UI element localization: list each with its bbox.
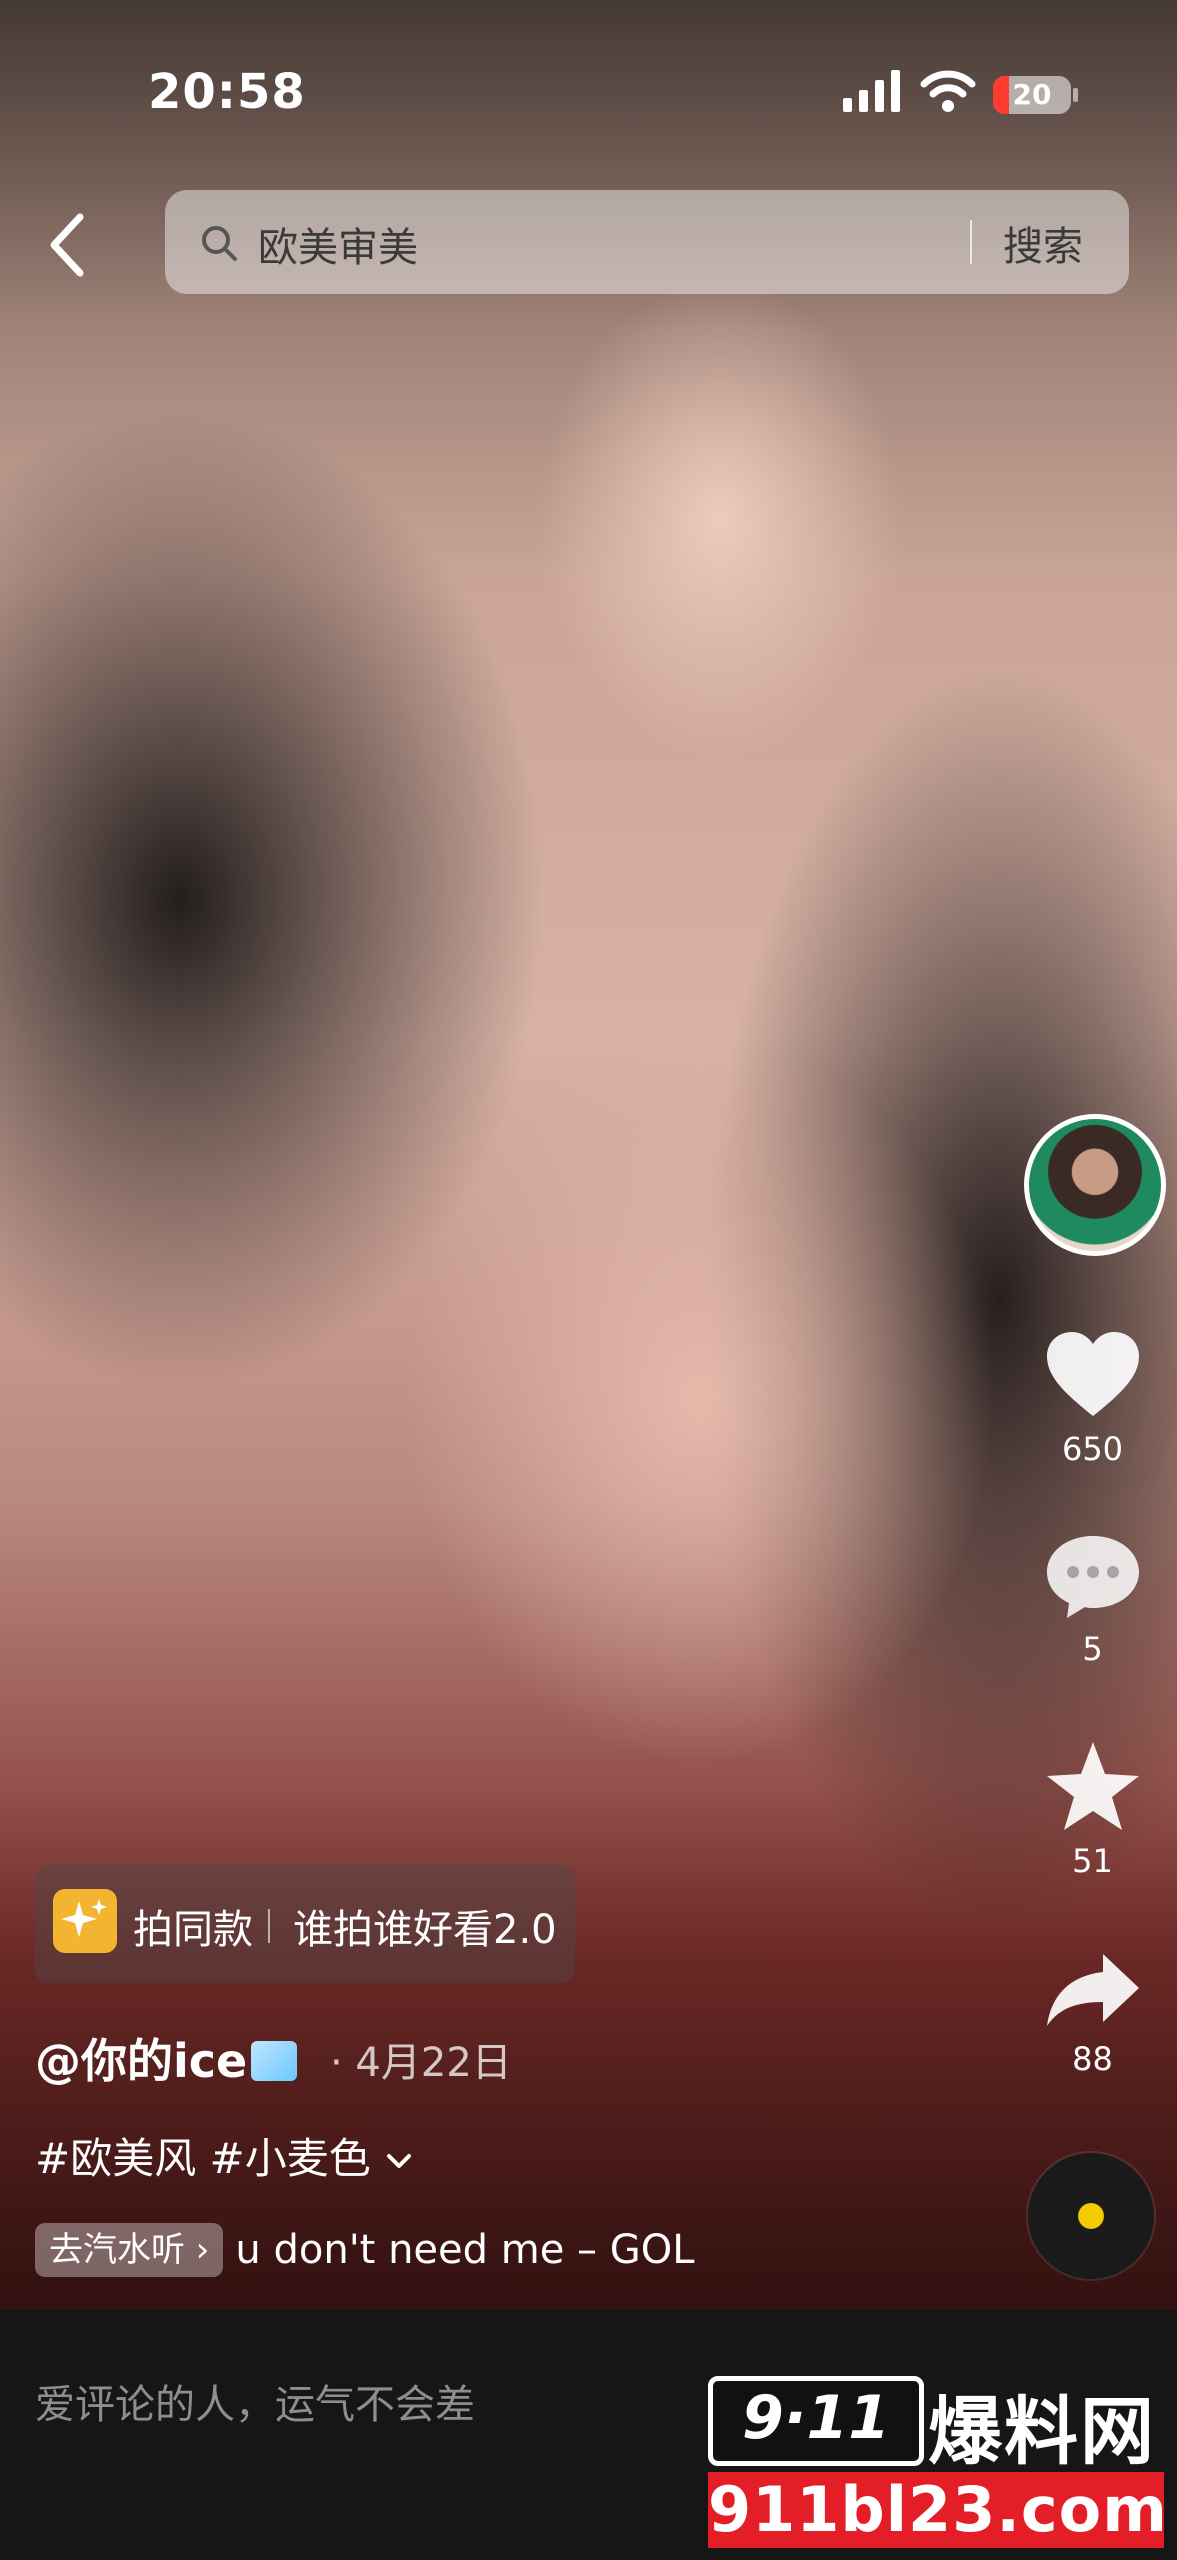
ice-emoji-icon (251, 2041, 298, 2081)
favorite-count: 51 (1072, 1842, 1113, 1880)
comment-count: 5 (1082, 1630, 1103, 1668)
star-icon (1046, 1742, 1139, 1830)
watermark-box: 9·11 (708, 2376, 924, 2466)
battery-cap (1073, 88, 1078, 102)
status-time: 20:58 (148, 64, 306, 120)
cellular-signal-icon (843, 70, 900, 112)
hashtag-text[interactable]: #欧美风 #小麦色 (35, 2134, 371, 2183)
share-button[interactable]: 88 (1010, 1950, 1175, 2078)
comment-button[interactable]: 5 (1010, 1530, 1175, 1668)
music-disc[interactable] (1028, 2153, 1154, 2279)
template-label: 拍同款 (133, 1907, 253, 1953)
watermark-brand: 爆料网 (928, 2389, 1156, 2475)
template-chip[interactable]: 拍同款 谁拍谁好看2.0 (35, 1865, 575, 1983)
search-button[interactable]: 搜索 (1003, 214, 1083, 272)
template-separator (268, 1909, 270, 1943)
author-handle: @你的ice (35, 2034, 248, 2088)
watermark-logo: 9·11 爆料网 911bl23.com (708, 2372, 1168, 2552)
music-row[interactable]: 去汽水听 › u don't need me – GOL (35, 2223, 695, 2279)
comment-input[interactable]: 爱评论的人，运气不会差 (35, 2372, 475, 2430)
share-count: 88 (1072, 2040, 1113, 2078)
author-name[interactable]: @你的ice (35, 2025, 298, 2091)
watermark-url: 911bl23.com (708, 2472, 1168, 2548)
hashtags[interactable]: #欧美风 #小麦色 (35, 2125, 414, 2186)
template-name: 谁拍谁好看2.0 (293, 1907, 557, 1953)
favorite-button[interactable]: 51 (1010, 1740, 1175, 1880)
watermark-box-text: 9·11 (741, 2383, 891, 2453)
battery-text: 20 (1012, 78, 1052, 111)
search-query[interactable]: 欧美审美 (258, 215, 418, 273)
share-arrow-icon (1046, 1954, 1139, 2026)
back-button[interactable] (40, 205, 96, 285)
heart-icon (1046, 1332, 1139, 1416)
music-title[interactable]: u don't need me – GOL (235, 2227, 694, 2273)
battery-indicator: 20 (993, 76, 1071, 114)
listen-on-qishui-button[interactable]: 去汽水听 › (35, 2223, 224, 2277)
search-bar[interactable]: 欧美审美 搜索 (165, 190, 1129, 294)
chevron-down-icon[interactable] (384, 2149, 414, 2173)
comment-bar[interactable]: 爱评论的人，运气不会差 9·11 爆料网 911bl23.com (0, 2310, 1177, 2560)
post-date: · 4月22日 (330, 2040, 512, 2086)
wifi-icon (920, 70, 976, 112)
like-button[interactable]: 650 (1010, 1330, 1175, 1468)
watermark-top: 9·11 爆料网 (708, 2372, 1168, 2475)
author-avatar[interactable] (1024, 1114, 1166, 1256)
status-bar: 20:58 20 (0, 0, 1177, 190)
search-divider (970, 220, 972, 264)
search-icon (202, 226, 237, 261)
like-count: 650 (1061, 1430, 1124, 1468)
comment-bubble-icon (1046, 1536, 1139, 1618)
sparkle-icon (53, 1889, 117, 1953)
